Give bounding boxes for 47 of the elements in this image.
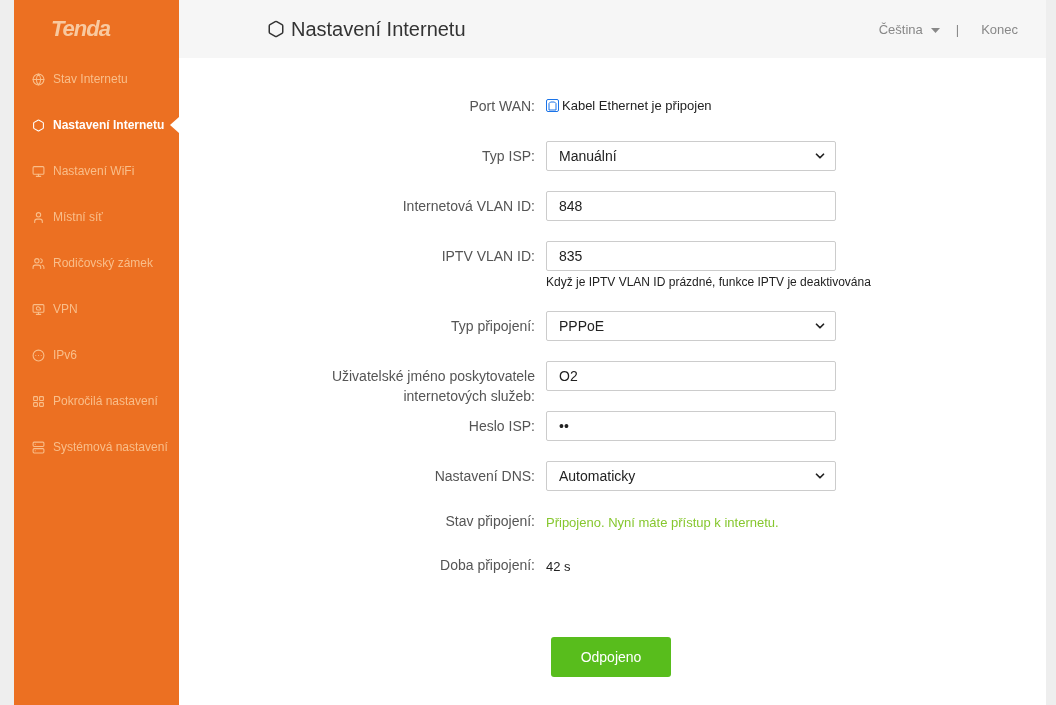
user-icon xyxy=(32,210,45,224)
caret-down-icon xyxy=(930,27,940,33)
field-label: Typ připojení: xyxy=(449,317,535,336)
field-label: IPTV VLAN ID: xyxy=(440,247,535,266)
field-label: Port WAN: xyxy=(468,97,535,116)
select-field[interactable]: Automaticky xyxy=(546,461,836,491)
hexagon-icon xyxy=(267,20,285,38)
password-field[interactable]: •• xyxy=(546,411,836,441)
monitor-icon xyxy=(32,164,45,178)
hint-text: Když je IPTV VLAN ID prázdné, funkce IPTV je deaktivována xyxy=(546,274,871,290)
ethernet-port-icon xyxy=(546,99,559,112)
monitor-cloud-icon xyxy=(32,302,45,316)
sidebar-item[interactable]: IPv6 xyxy=(14,332,179,378)
connection-status-text: Připojeno. Nyní máte přístup k internetu. xyxy=(546,514,780,532)
select-field[interactable]: Manuální xyxy=(546,141,836,171)
language-dropdown[interactable]: Čeština xyxy=(878,21,940,37)
sidebar-item[interactable]: Pokročilá nastavení xyxy=(14,378,179,424)
input-field[interactable]: O2 xyxy=(546,361,836,391)
server-icon xyxy=(32,440,45,454)
hexagon-icon xyxy=(32,118,45,132)
select-field[interactable]: PPPoE xyxy=(546,311,836,341)
sidebar-item[interactable]: Systémová nastavení xyxy=(14,424,179,470)
field-label: Internetová VLAN ID: xyxy=(401,197,535,216)
sidebar-item[interactable]: Místní síť xyxy=(14,194,179,240)
logo: Tenda xyxy=(50,15,112,43)
field-label: Uživatelské jméno poskytovatele internetových služeb: xyxy=(330,367,535,406)
field-label: Heslo ISP: xyxy=(467,417,535,436)
circle-dots-icon xyxy=(32,348,45,362)
logout-link[interactable]: Konec xyxy=(981,21,1018,37)
disconnect-button[interactable]: Odpojeno xyxy=(551,637,671,677)
value-text: 42 s xyxy=(546,558,572,576)
page-title: Nastavení Internetu xyxy=(291,17,467,41)
globe-icon xyxy=(32,72,45,86)
sidebar-item[interactable]: Nastavení WiFi xyxy=(14,148,179,194)
grid-icon xyxy=(32,394,45,408)
sidebar-item[interactable]: Stav Internetu xyxy=(14,56,179,102)
input-field[interactable]: 835 xyxy=(546,241,836,271)
separator-text: | xyxy=(955,21,960,37)
field-label: Doba připojení: xyxy=(439,556,535,575)
sidebar-item[interactable]: Rodičovský zámek xyxy=(14,240,179,286)
users-icon xyxy=(32,256,45,270)
sidebar-item[interactable]: VPN xyxy=(14,286,179,332)
field-label: Typ ISP: xyxy=(481,147,535,166)
field-label: Nastavení DNS: xyxy=(433,467,535,486)
input-field[interactable]: 848 xyxy=(546,191,836,221)
field-label: Stav připojení: xyxy=(444,512,535,531)
port-status-text: Kabel Ethernet je připojen xyxy=(562,98,712,113)
